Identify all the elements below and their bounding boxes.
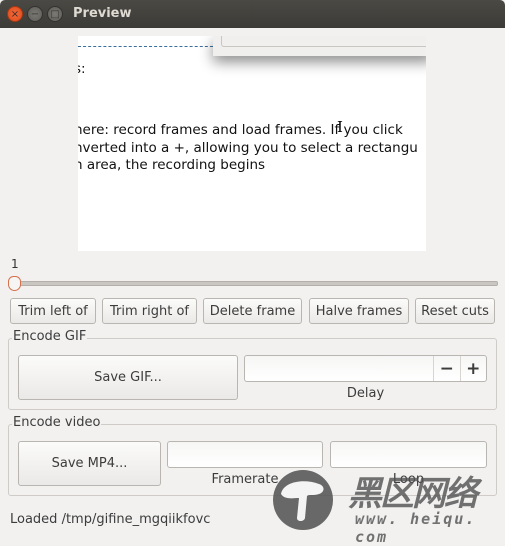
title-bar: × − □ Preview bbox=[0, 0, 505, 28]
loop-input[interactable] bbox=[331, 442, 505, 467]
delay-input[interactable] bbox=[245, 356, 433, 381]
window-title: Preview bbox=[73, 6, 132, 21]
loop-spinbutton: − + bbox=[330, 441, 505, 468]
minimize-window-button[interactable]: − bbox=[27, 6, 43, 22]
text-cursor-icon: I bbox=[337, 118, 343, 136]
loop-label: Loop bbox=[392, 472, 425, 487]
framerate-label: Framerate bbox=[211, 472, 279, 487]
trim-right-button[interactable]: Trim right of bbox=[102, 298, 197, 324]
maximize-window-button[interactable]: □ bbox=[47, 6, 63, 22]
frame-slider-value: 1 bbox=[11, 257, 19, 271]
delay-spinbutton: − + bbox=[244, 355, 487, 382]
close-window-button[interactable]: × bbox=[7, 6, 23, 22]
framerate-spinbutton: − + bbox=[167, 441, 387, 468]
framerate-input[interactable] bbox=[168, 442, 356, 467]
delay-increment-button[interactable]: + bbox=[459, 356, 487, 381]
preview-text-line: n area, the recording begins bbox=[78, 157, 266, 173]
halve-frames-button[interactable]: Halve frames bbox=[309, 298, 409, 324]
preview-dialog-frame bbox=[221, 36, 426, 47]
trim-left-button[interactable]: Trim left of bbox=[10, 298, 96, 324]
preview-dashed-line bbox=[78, 46, 218, 47]
save-gif-button[interactable]: Save GIF... bbox=[18, 355, 238, 400]
preview-text-line: nverted into a +, allowing you to select… bbox=[78, 140, 418, 156]
frame-slider[interactable] bbox=[14, 281, 498, 286]
encode-video-title: Encode video bbox=[12, 415, 102, 430]
preview-text-line: here: record frames and load frames. If … bbox=[78, 122, 403, 138]
save-mp4-button[interactable]: Save MP4... bbox=[18, 441, 161, 486]
watermark-url: www. heiqu. com bbox=[355, 510, 477, 546]
delay-decrement-button[interactable]: − bbox=[433, 356, 460, 381]
preview-text-line: s: bbox=[78, 61, 86, 77]
encode-gif-title: Encode GIF bbox=[12, 329, 88, 344]
preview-dialog-shadow bbox=[213, 36, 426, 56]
status-message: Loaded /tmp/gifine_mgqiikfovc bbox=[10, 512, 211, 527]
frame-slider-handle[interactable] bbox=[8, 276, 21, 291]
delay-label: Delay bbox=[346, 386, 385, 401]
delete-frame-button[interactable]: Delete frame bbox=[203, 298, 302, 324]
reset-cuts-button[interactable]: Reset cuts bbox=[415, 298, 495, 324]
frame-preview-image: s: here: record frames and load frames. … bbox=[78, 36, 426, 251]
